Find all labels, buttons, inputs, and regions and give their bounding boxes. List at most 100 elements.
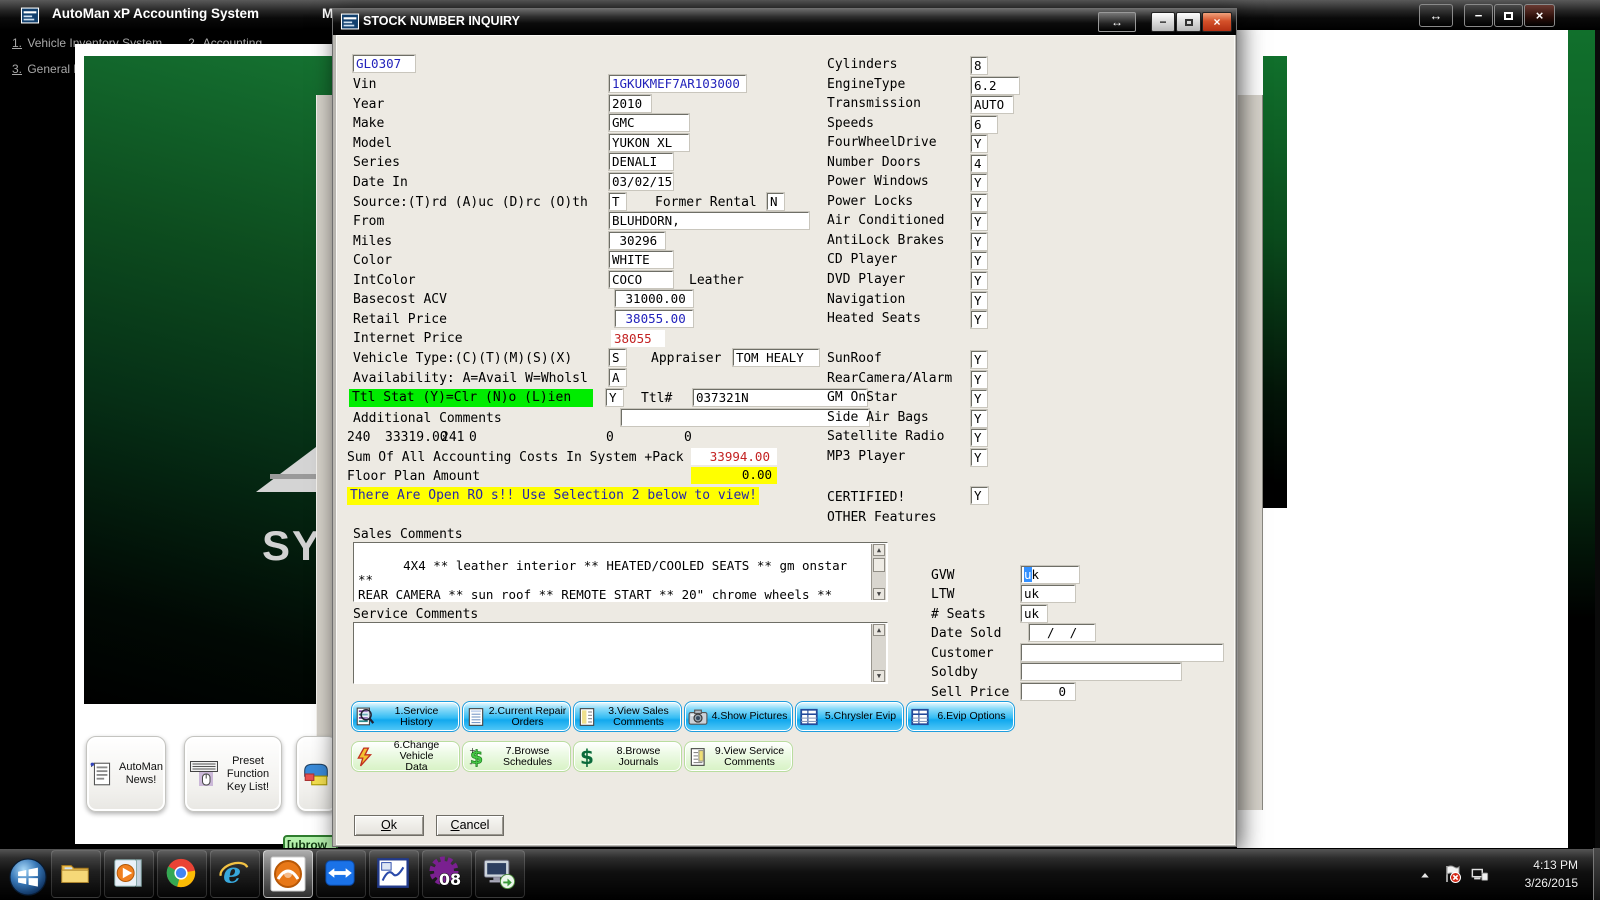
- action-button[interactable]: $ 8.Browse Journals: [573, 741, 682, 772]
- action-button[interactable]: 6.Change Vehicle Data: [351, 740, 460, 773]
- certified-field[interactable]: Y: [971, 487, 988, 504]
- service-comments-box[interactable]: ▲ ▼: [353, 622, 888, 684]
- dialog-maximize-button[interactable]: [1176, 12, 1201, 32]
- sell-price-field[interactable]: 0: [1021, 683, 1075, 700]
- action-button[interactable]: 3.View Sales Comments: [573, 701, 682, 732]
- model-label: Model: [353, 136, 393, 151]
- action-button[interactable]: 2.Current Repair Orders: [462, 701, 571, 732]
- vehicle-type-field[interactable]: S: [609, 349, 626, 366]
- appraiser-field[interactable]: TOM HEALY: [733, 349, 819, 366]
- feature-value-field[interactable]: 6.2: [971, 76, 1019, 94]
- action-button[interactable]: 4.Show Pictures: [684, 701, 793, 732]
- from-field[interactable]: BLUHDORN,: [609, 212, 809, 229]
- cancel-button[interactable]: Cancel: [436, 815, 504, 836]
- intcolor-field[interactable]: COCO: [609, 271, 673, 288]
- taskbar-item[interactable]: [369, 850, 419, 898]
- ok-button[interactable]: Ok: [354, 815, 424, 836]
- scroll-down-icon[interactable]: ▼: [873, 670, 885, 682]
- feature-value-field[interactable]: Y: [971, 193, 987, 211]
- action-button[interactable]: 9.View Service Comments: [684, 741, 793, 772]
- date-in-field[interactable]: 03/02/15: [609, 173, 673, 190]
- feature-value-field[interactable]: Y: [971, 272, 987, 290]
- close-button[interactable]: ×: [1524, 4, 1555, 27]
- taskbar-item[interactable]: [51, 850, 101, 898]
- minimize-button[interactable]: −: [1464, 4, 1493, 27]
- series-field[interactable]: DENALI: [609, 153, 673, 170]
- miles-field[interactable]: 30296: [609, 232, 665, 249]
- gvw-field[interactable]: uk: [1021, 566, 1079, 583]
- feature-value-field[interactable]: Y: [971, 174, 987, 192]
- network-status-icon[interactable]: [1470, 865, 1490, 888]
- restore-arrows-button[interactable]: ↔: [1419, 4, 1453, 27]
- internet-price-field[interactable]: 38055: [611, 330, 665, 347]
- availability-field[interactable]: A: [609, 369, 626, 386]
- make-field[interactable]: GMC: [609, 114, 689, 131]
- feature-value-field[interactable]: Y: [971, 429, 987, 447]
- action-center-flag-icon[interactable]: [1442, 863, 1462, 890]
- year-field[interactable]: 2010: [609, 95, 651, 112]
- basecost-field[interactable]: 31000.00: [615, 290, 693, 307]
- scrollbar-thumb[interactable]: [873, 558, 885, 572]
- former-rental-field[interactable]: N: [767, 193, 784, 210]
- feature-value-field[interactable]: AUTO: [971, 96, 1013, 114]
- tray-chevron-icon[interactable]: [1418, 869, 1432, 887]
- service-comments-scrollbar[interactable]: ▲ ▼: [871, 624, 886, 682]
- soldby-field[interactable]: [1021, 663, 1181, 680]
- color-field[interactable]: WHITE: [609, 251, 673, 268]
- taskbar-item[interactable]: [2, 850, 48, 898]
- customer-field[interactable]: [1021, 644, 1223, 661]
- taskbar-item[interactable]: [104, 850, 154, 898]
- feature-value-field[interactable]: Y: [971, 351, 987, 368]
- dialog-close-button[interactable]: ×: [1202, 12, 1232, 32]
- dialog-restore-arrows-button[interactable]: ↔: [1098, 12, 1136, 32]
- taskbar-clock[interactable]: 4:13 PM 3/26/2015: [1488, 856, 1578, 892]
- action-button[interactable]: 5.Chrysler Evip: [795, 701, 904, 732]
- ttl-stat-field[interactable]: Y: [606, 389, 623, 406]
- model-field[interactable]: YUKON XL: [609, 134, 689, 151]
- ltw-field[interactable]: uk: [1021, 585, 1075, 602]
- feature-value-field[interactable]: Y: [971, 291, 987, 309]
- taskbar-item[interactable]: [157, 850, 207, 898]
- feature-label: CD Player: [827, 252, 898, 268]
- feature-value-field[interactable]: Y: [971, 213, 987, 231]
- scroll-down-icon[interactable]: ▼: [873, 588, 885, 600]
- feature-value-field[interactable]: 6: [971, 115, 997, 133]
- dialog-titlebar[interactable]: STOCK NUMBER INQUIRY ↔ − ×: [333, 9, 1236, 35]
- vin-field[interactable]: 1GKUKMEF7AR103000: [609, 75, 746, 92]
- launcher-button[interactable]: AutoMan News!: [86, 736, 166, 812]
- taskbar-item[interactable]: [316, 850, 366, 898]
- feature-value-field[interactable]: 8: [971, 57, 987, 74]
- feature-value-field[interactable]: Y: [971, 409, 987, 427]
- action-button[interactable]: 6.Evip Options: [906, 701, 1015, 732]
- show-desktop-button[interactable]: [1593, 848, 1600, 900]
- seats-field[interactable]: uk: [1021, 605, 1047, 622]
- sales-comments-scrollbar[interactable]: ▲ ▼: [871, 544, 886, 600]
- action-button[interactable]: 1.Service History: [351, 701, 460, 732]
- feature-value-field[interactable]: Y: [971, 135, 987, 153]
- svg-text:-: -: [469, 758, 472, 766]
- taskbar-item[interactable]: [475, 850, 525, 898]
- taskbar-item[interactable]: 08: [422, 850, 472, 898]
- taskbar-item[interactable]: [263, 850, 313, 898]
- source-field[interactable]: T: [609, 193, 626, 210]
- feature-value-field[interactable]: Y: [971, 311, 987, 329]
- action-button[interactable]: $ + - 7.Browse Schedules: [462, 741, 571, 772]
- dialog-minimize-button[interactable]: −: [1151, 12, 1175, 32]
- maximize-button[interactable]: [1494, 4, 1523, 27]
- launcher-button[interactable]: Preset Function Key List!: [184, 736, 282, 812]
- feature-value-field[interactable]: Y: [971, 232, 987, 250]
- feature-value-field[interactable]: Y: [971, 390, 987, 408]
- feature-value-field[interactable]: Y: [971, 448, 987, 466]
- feature-value-field[interactable]: Y: [971, 252, 987, 270]
- scroll-up-icon[interactable]: ▲: [873, 544, 885, 556]
- retail-price-field[interactable]: 38055.00: [615, 310, 693, 327]
- date-sold-field[interactable]: / /: [1029, 624, 1095, 641]
- feature-value-field[interactable]: 4: [971, 154, 987, 172]
- scroll-up-icon[interactable]: ▲: [873, 624, 885, 636]
- sales-comments-box[interactable]: 4X4 ** leather interior ** HEATED/COOLED…: [353, 542, 888, 602]
- stock-number-field[interactable]: GL0307: [353, 55, 415, 72]
- feature-value-field[interactable]: Y: [971, 370, 987, 388]
- acct-schedule-number: 240: [347, 430, 371, 445]
- taskbar-item[interactable]: e: [210, 850, 260, 898]
- feature-row: Number Doors 4: [827, 154, 1057, 175]
